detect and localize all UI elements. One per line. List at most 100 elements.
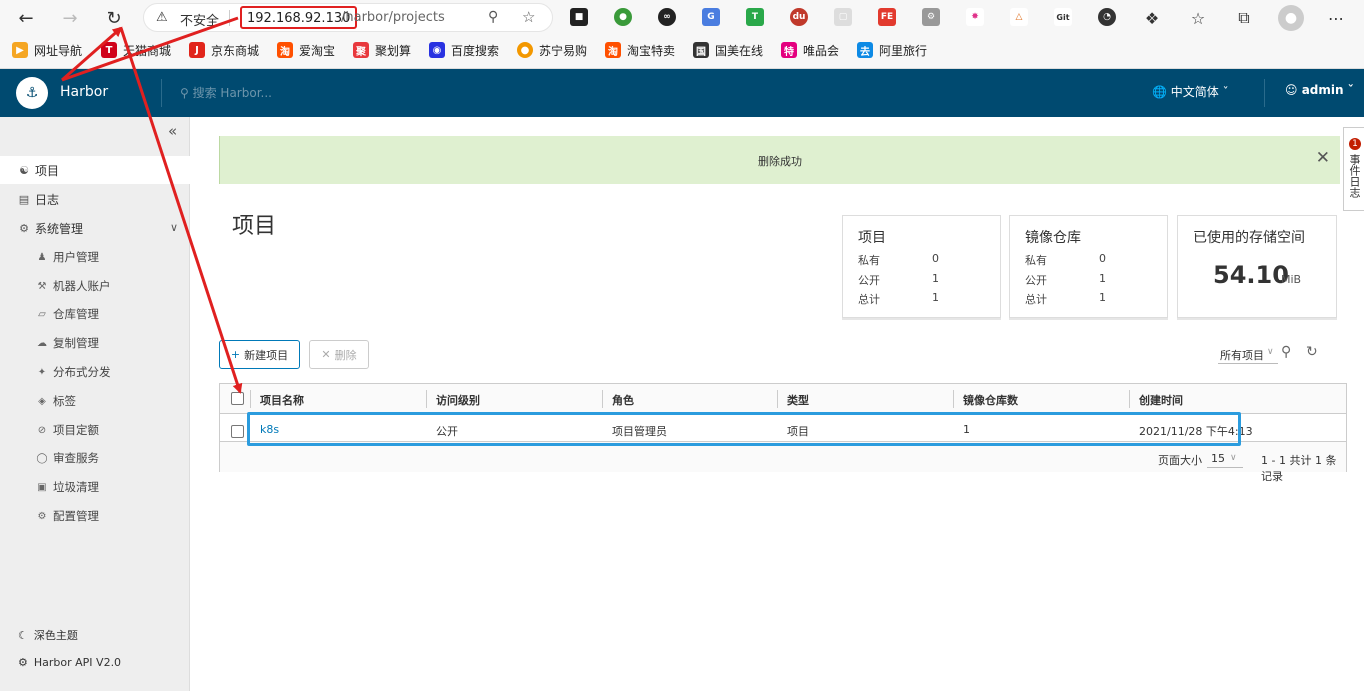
forward-icon[interactable]: → [58, 6, 82, 30]
row-checkbox[interactable] [231, 425, 244, 438]
extension-globe-icon[interactable]: ● [614, 8, 632, 26]
collapse-sidebar-icon[interactable]: « [168, 122, 177, 140]
language-selector[interactable]: 🌐 中文简体 ˇ [1152, 83, 1229, 100]
harbor-logo-icon[interactable]: ⚓ [16, 77, 48, 109]
bookmark-icon: ● [517, 42, 533, 58]
sidebar-sub-distribution[interactable]: ✦ 分布式分发 [0, 359, 190, 385]
public-count: 1 [932, 272, 939, 285]
projects-icon: ☯ [19, 163, 29, 177]
extension-gitzip-icon[interactable]: Git [1054, 8, 1072, 26]
page-size-select[interactable]: 15 [1211, 452, 1225, 465]
quota-icon: ⊘ [37, 424, 47, 436]
extension-fe-icon[interactable]: FE [878, 8, 896, 26]
column-header[interactable]: 角色 [612, 392, 634, 408]
extension-shield-icon[interactable]: T [746, 8, 764, 26]
bookmark-item[interactable]: 去阿里旅行 [857, 40, 927, 60]
sidebar-sub-robots[interactable]: ⚒ 机器人账户 [0, 273, 190, 299]
extension-notes-icon[interactable]: ■ [570, 8, 588, 26]
brand-name[interactable]: Harbor [60, 84, 108, 100]
url-host: 192.168.92.130 [240, 6, 358, 29]
sidebar-sub-registries[interactable]: ▱ 仓库管理 [0, 301, 190, 327]
event-log-tab[interactable]: 1 事件日志 [1343, 127, 1364, 211]
sidebar-sub-quotas[interactable]: ⊘ 项目定额 [0, 417, 190, 443]
column-header[interactable]: 项目名称 [260, 392, 304, 408]
robot-icon: ⚒ [37, 280, 47, 292]
storage-summary-card: 已使用的存储空间 54.10 MiB [1177, 215, 1337, 318]
bookmark-item[interactable]: 特唯品会 [781, 40, 839, 60]
favorites-icon[interactable]: ☆ [1186, 6, 1210, 30]
extension-tree-icon[interactable]: △ [1010, 8, 1028, 26]
close-icon[interactable]: ✕ [1316, 148, 1330, 168]
column-header[interactable]: 镜像仓库数 [963, 392, 1018, 408]
bookmark-icon: 淘 [605, 42, 621, 58]
warning-icon: ⚠ [156, 10, 168, 25]
global-search[interactable]: ⚲ 搜索 Harbor... [180, 84, 272, 101]
extension-infinity-icon[interactable]: ∞ [658, 8, 676, 26]
browser-nav-row: ← → ↻ ⚠ 不安全 192.168.92.130 /harbor/proje… [0, 0, 1364, 36]
browser-chrome: ← → ↻ ⚠ 不安全 192.168.92.130 /harbor/proje… [0, 0, 1364, 69]
new-project-button[interactable]: + 新建项目 [219, 340, 300, 369]
project-filter-select[interactable]: 所有项目 [1220, 347, 1264, 363]
sidebar-item-logs[interactable]: ▤ 日志 [0, 185, 190, 213]
sidebar: « ☯ 项目 ▤ 日志 ⚙ 系统管理 ∨ ♟ 用户管理 ⚒ 机器人账户 ▱ 仓库管理 ☁ 复制管… [0, 117, 190, 691]
sidebar-sub-users[interactable]: ♟ 用户管理 [0, 244, 190, 270]
extension-dark-icon[interactable]: ◔ [1098, 8, 1116, 26]
users-icon: ♟ [37, 251, 47, 263]
sidebar-sub-gc[interactable]: ▣ 垃圾清理 [0, 474, 190, 500]
sidebar-sub-scanners[interactable]: ◯ 审查服务 [0, 445, 190, 471]
share-icon: ✦ [37, 366, 47, 378]
select-all-checkbox[interactable] [231, 392, 244, 405]
chevron-down-icon: ∨ [1230, 453, 1237, 463]
record-count: 1 - 1 共计 1 条记录 [1261, 454, 1337, 483]
extension-translate-icon[interactable]: G [702, 8, 720, 26]
sidebar-sub-config[interactable]: ⚙ 配置管理 [0, 503, 190, 529]
zoom-icon[interactable]: ⚲ [488, 9, 498, 25]
search-icon[interactable]: ⚲ [1281, 344, 1291, 360]
sidebar-item-admin[interactable]: ⚙ 系统管理 ∨ [0, 214, 190, 242]
bookmark-item[interactable]: ● 苏宁易购 [517, 40, 587, 60]
sidebar-sub-replication[interactable]: ☁ 复制管理 [0, 330, 190, 356]
bookmark-item[interactable]: ▶ 网址导航 [12, 40, 82, 60]
search-icon: ⚲ [180, 86, 193, 100]
bookmark-item[interactable]: 淘爱淘宝 [277, 40, 335, 60]
total-count: 1 [1099, 291, 1106, 304]
delete-button[interactable]: ✕ 删除 [309, 340, 369, 369]
bookmark-item[interactable]: T 天猫商城 [101, 40, 171, 60]
column-header[interactable]: 类型 [787, 392, 809, 408]
profile-avatar-icon[interactable]: ● [1278, 5, 1304, 31]
chevron-down-icon: ˇ [1218, 85, 1229, 99]
bookmark-item[interactable]: 国国美在线 [693, 40, 763, 60]
total-count: 1 [932, 291, 939, 304]
close-icon: ✕ [321, 348, 331, 361]
collections-icon[interactable]: ⧉ [1232, 6, 1256, 30]
extension-star-icon[interactable]: ✸ [966, 8, 984, 26]
sidebar-sub-labels[interactable]: ◈ 标签 [0, 388, 190, 414]
bookmark-item[interactable]: 淘淘宝特卖 [605, 40, 675, 60]
bookmark-item[interactable]: J 京东商城 [189, 40, 259, 60]
refresh-icon[interactable]: ↻ [1306, 344, 1318, 360]
bookmark-item[interactable]: ◉ 百度搜索 [429, 40, 499, 60]
card-title: 已使用的存储空间 [1193, 230, 1305, 246]
extension-du-icon[interactable]: du [790, 8, 808, 26]
bookmark-item[interactable]: 聚聚划算 [353, 40, 411, 60]
extension-tool-icon[interactable]: ⚙ [922, 8, 940, 26]
bookmark-icon: ▶ [12, 42, 28, 58]
api-link[interactable]: ⚙ Harbor API V2.0 [18, 656, 121, 669]
column-header[interactable]: 访问级别 [436, 392, 480, 408]
insecure-label: 不安全 [180, 14, 220, 29]
back-icon[interactable]: ← [14, 6, 38, 30]
extensions-icon[interactable]: ❖ [1140, 6, 1164, 30]
reload-icon[interactable]: ↻ [102, 6, 126, 30]
sidebar-item-projects[interactable]: ☯ 项目 [0, 156, 190, 184]
extension-screen-icon[interactable]: ▢ [834, 8, 852, 26]
moon-icon: ☾ [18, 628, 28, 642]
search-placeholder: 搜索 Harbor... [192, 86, 272, 100]
menu-icon[interactable]: ⋯ [1324, 6, 1348, 30]
shield-icon: ◯ [36, 452, 48, 464]
dark-theme-toggle[interactable]: ☾ 深色主题 [18, 627, 78, 643]
user-menu[interactable]: ☺ admin ˇ [1285, 83, 1354, 97]
bookmark-icon: T [101, 42, 117, 58]
add-favorite-icon[interactable]: ☆ [522, 8, 535, 26]
address-bar[interactable]: ⚠ 不安全 192.168.92.130 /harbor/projects ⚲ … [143, 3, 553, 32]
column-header[interactable]: 创建时间 [1139, 392, 1183, 408]
